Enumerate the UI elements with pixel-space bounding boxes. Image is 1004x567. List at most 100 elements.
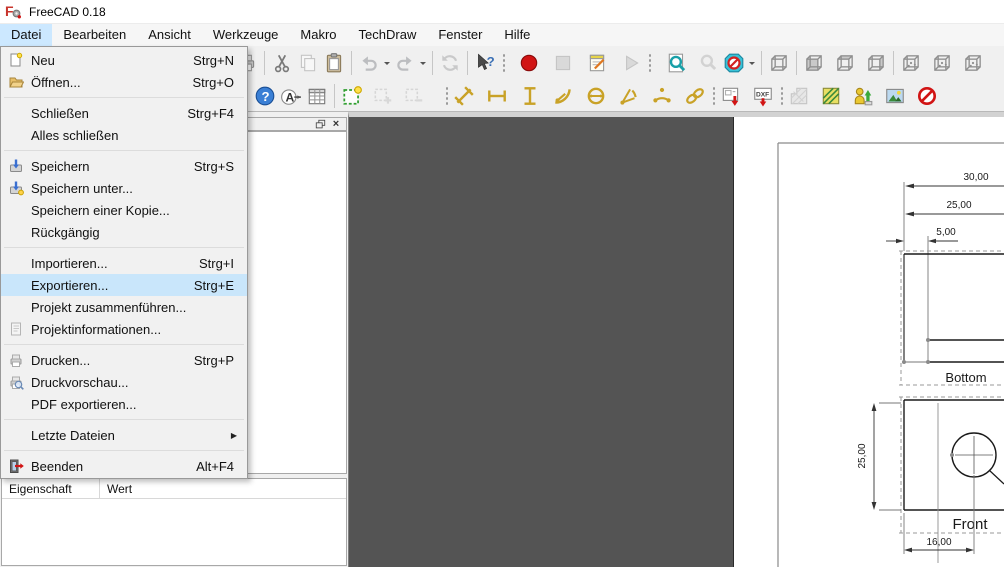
dock-float-button[interactable] <box>312 118 328 130</box>
redo-dropdown[interactable] <box>418 50 428 76</box>
td-dim-length-icon[interactable] <box>451 83 477 109</box>
toolbar-handle[interactable] <box>711 84 715 107</box>
view-left-icon[interactable] <box>929 50 955 76</box>
td-clip-group-icon[interactable] <box>401 83 427 109</box>
draw-style-icon[interactable] <box>721 50 747 76</box>
project-info-icon <box>1 321 31 337</box>
menu-item-beenden[interactable]: Beenden Alt+F4 <box>1 455 247 477</box>
redo-icon[interactable] <box>392 50 418 76</box>
toolbar-handle[interactable] <box>444 84 448 107</box>
menu-item-label: Neu <box>31 52 55 68</box>
td-dim-angle-icon[interactable] <box>616 83 642 109</box>
refresh-icon[interactable] <box>437 50 463 76</box>
dimension-30[interactable]: 30,00 <box>963 172 988 183</box>
toolbar-handle[interactable] <box>501 51 505 74</box>
menubar-item-datei[interactable]: Datei <box>0 24 53 46</box>
zoom-selection-icon[interactable] <box>695 50 721 76</box>
toolbar-separator <box>351 50 352 75</box>
copy-icon[interactable] <box>295 50 321 76</box>
menu-item-projekt-zusammenf-hren[interactable]: Projekt zusammenführen... <box>1 296 247 318</box>
td-insert-image-icon[interactable] <box>882 83 908 109</box>
menu-item-exportieren[interactable]: Exportieren... Strg+E <box>1 274 247 296</box>
dimension-5[interactable]: 5,00 <box>936 227 956 238</box>
menu-item-shortcut: Alt+F4 <box>196 458 234 474</box>
macro-edit-icon[interactable] <box>584 50 610 76</box>
menubar-item-bearbeiten[interactable]: Bearbeiten <box>52 24 137 46</box>
view-front-icon[interactable] <box>801 50 827 76</box>
menu-item-speichern-unter[interactable]: Speichern unter... <box>1 177 247 199</box>
front-view-label[interactable]: Front <box>952 516 988 533</box>
dimension-25-front[interactable]: 25,00 <box>857 443 868 468</box>
td-hatch-icon[interactable] <box>786 83 812 109</box>
macro-execute-icon[interactable] <box>618 50 644 76</box>
menu-item-alles-schlie-en[interactable]: Alles schließen <box>1 124 247 146</box>
property-name-column-header[interactable]: Eigenschaft <box>2 479 100 498</box>
menubar-item-ansicht[interactable]: Ansicht <box>137 24 202 46</box>
cut-icon[interactable] <box>269 50 295 76</box>
td-link-dimension-icon[interactable] <box>682 83 708 109</box>
view-top-icon[interactable] <box>832 50 858 76</box>
td-dim-angle3point-icon[interactable] <box>649 83 675 109</box>
menu-item-label: Speichern unter... <box>31 180 133 196</box>
menubar-item-makro[interactable]: Makro <box>289 24 347 46</box>
td-export-page-icon[interactable] <box>718 83 744 109</box>
property-value-column-header[interactable]: Wert <box>100 479 139 498</box>
td-dim-diameter-icon[interactable] <box>583 83 609 109</box>
td-toggle-frames-icon[interactable] <box>914 83 940 109</box>
td-new-view-icon[interactable] <box>339 83 365 109</box>
view-rear-icon[interactable] <box>898 50 924 76</box>
td-dim-vertical-icon[interactable] <box>517 83 543 109</box>
help-icon[interactable]: ? <box>252 83 278 109</box>
annotation-icon[interactable]: A <box>278 83 304 109</box>
macro-record-icon[interactable] <box>516 50 542 76</box>
td-dim-radius-icon[interactable] <box>550 83 576 109</box>
menubar-item-werkzeuge[interactable]: Werkzeuge <box>202 24 290 46</box>
paste-icon[interactable] <box>321 50 347 76</box>
drawing-page[interactable]: 30,00 25,00 5,00 Bottom 25,00 Front 16,0… <box>733 117 1004 567</box>
td-dim-horizontal-icon[interactable] <box>484 83 510 109</box>
menu-item-letzte-dateien[interactable]: Letzte Dateien ▶ <box>1 424 247 446</box>
menubar-item-hilfe[interactable]: Hilfe <box>493 24 541 46</box>
dock-close-button[interactable]: × <box>328 118 344 130</box>
undo-icon[interactable] <box>356 50 382 76</box>
td-projection-group-icon[interactable] <box>370 83 396 109</box>
menu-item-pdf-exportieren[interactable]: PDF exportieren... <box>1 393 247 415</box>
freecad-logo-icon: F <box>5 3 22 20</box>
menubar-item-fenster[interactable]: Fenster <box>427 24 493 46</box>
draw-style-dropdown[interactable] <box>747 50 757 76</box>
view-bottom-icon[interactable] <box>960 50 986 76</box>
toolbar-separator <box>432 50 433 75</box>
open-icon <box>1 74 31 90</box>
menu-item-drucken[interactable]: Drucken... Strg+P <box>1 349 247 371</box>
menu-item-speichern-einer-kopie[interactable]: Speichern einer Kopie... <box>1 199 247 221</box>
menu-item-r-ckg-ngig[interactable]: Rückgängig <box>1 221 247 243</box>
toolbar-separator <box>796 50 797 75</box>
view-axonometric-icon[interactable] <box>766 50 792 76</box>
macro-stop-icon[interactable] <box>550 50 576 76</box>
td-insert-symbol-icon[interactable] <box>850 83 876 109</box>
spreadsheet-icon[interactable] <box>304 83 330 109</box>
menu-item-speichern[interactable]: Speichern Strg+S <box>1 155 247 177</box>
menubar-item-techdraw[interactable]: TechDraw <box>348 24 428 46</box>
menu-item-label: Drucken... <box>31 352 91 368</box>
new-icon <box>1 52 31 68</box>
bottom-view-label[interactable]: Bottom <box>945 370 986 385</box>
undo-dropdown[interactable] <box>382 50 392 76</box>
view-right-icon[interactable] <box>863 50 889 76</box>
menu-item-projektinformationen[interactable]: Projektinformationen... <box>1 318 247 340</box>
toolbar-handle[interactable] <box>647 51 651 74</box>
menu-item-neu[interactable]: Neu Strg+N <box>1 49 247 71</box>
dimension-25-bottom[interactable]: 25,00 <box>946 200 971 211</box>
menu-item-label: Projektinformationen... <box>31 321 162 337</box>
td-geometric-hatch-icon[interactable] <box>818 83 844 109</box>
menu-item-ffnen[interactable]: Öffnen... Strg+O <box>1 71 247 93</box>
toolbar-handle[interactable] <box>779 84 783 107</box>
menu-item-importieren[interactable]: Importieren... Strg+I <box>1 252 247 274</box>
td-export-dxf-icon[interactable]: DXF <box>750 83 776 109</box>
toolbar-separator <box>761 50 762 75</box>
whats-this-icon[interactable]: ? <box>472 50 498 76</box>
menu-item-schlie-en[interactable]: Schließen Strg+F4 <box>1 102 247 124</box>
fit-all-icon[interactable] <box>664 50 690 76</box>
menu-item-druckvorschau[interactable]: Druckvorschau... <box>1 371 247 393</box>
dimension-16[interactable]: 16,00 <box>926 537 951 548</box>
